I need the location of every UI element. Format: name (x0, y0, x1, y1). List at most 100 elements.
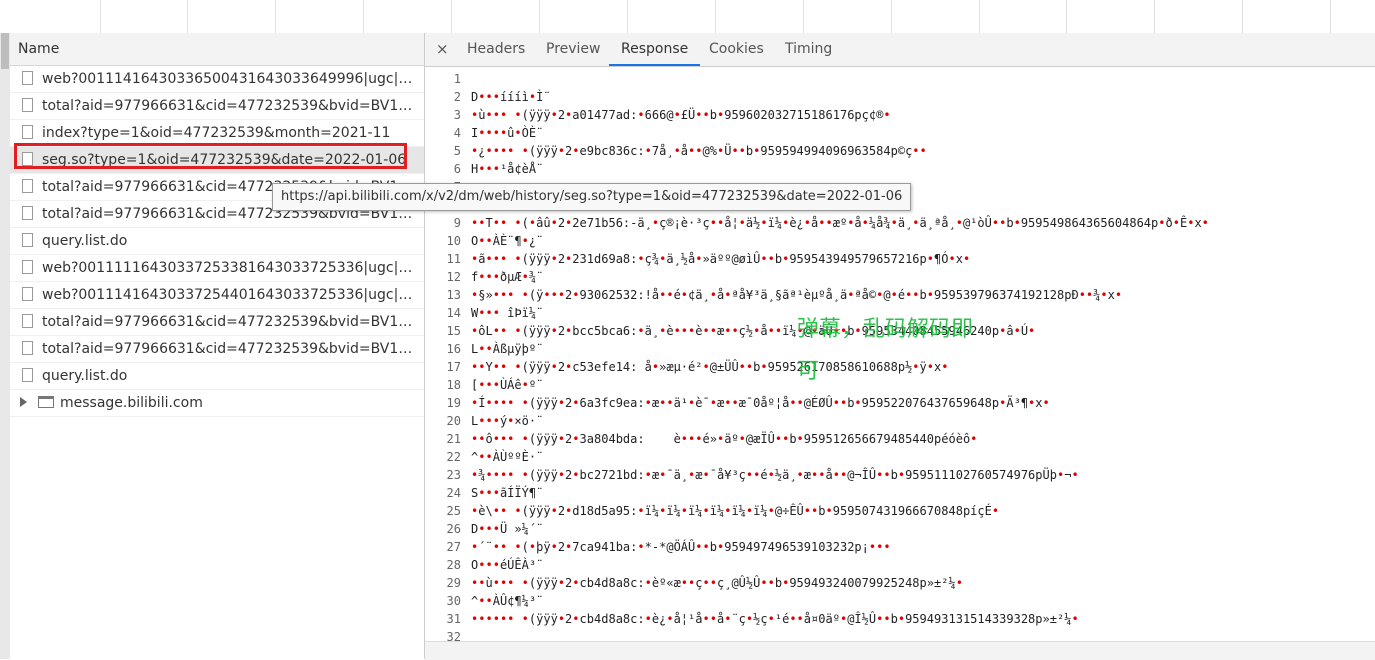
timeline-gridline (1330, 0, 1331, 33)
file-icon (22, 125, 33, 139)
request-row[interactable]: total?aid=977966631&cid=477232539&bvid=B… (10, 336, 424, 363)
highlight-annotation-box (14, 143, 407, 169)
line-number: 19 (446, 396, 461, 410)
file-icon (22, 260, 33, 274)
timeline-overview[interactable] (0, 0, 1375, 34)
response-line: S•••ãÍÏÝ¶¨ (471, 486, 544, 500)
line-number: 10 (446, 234, 461, 248)
timeline-gridline (979, 0, 980, 33)
line-number-gutter: 1234567891011121314151617181920212223242… (425, 67, 463, 641)
timeline-gridline (1066, 0, 1067, 33)
close-icon[interactable]: × (436, 33, 449, 66)
tab-headers[interactable]: Headers (467, 33, 525, 66)
timeline-gridline (100, 0, 101, 33)
url-tooltip: https://api.bilibili.com/x/v2/dm/web/his… (272, 183, 912, 211)
status-bar (425, 641, 1375, 660)
response-line: H•••¹å¢èÅ¨ (471, 162, 544, 176)
request-name: total?aid=977966631&cid=477232539&bvid=B… (42, 341, 420, 357)
tab-cookies[interactable]: Cookies (709, 33, 764, 66)
domain-group-row[interactable]: message.bilibili.com (10, 390, 424, 417)
timeline-gridline (1242, 0, 1243, 33)
file-icon (22, 368, 33, 382)
response-line: •••••• •(ÿÿÿ•2•cb4d8a8c:•è¿•å¦¹å••å•¨ç•½… (471, 612, 1079, 626)
response-line: f•••ðµÆ•¾¨ (471, 270, 544, 284)
request-rows: web?00111416430336500431643033649996|ugc… (10, 66, 424, 417)
response-line: ••ù••• •(ÿÿÿ•2•cb4d8a8c:•èº«æ••ç••ç¸@Û½Û… (471, 576, 963, 590)
request-row[interactable]: query.list.do (10, 363, 424, 390)
timeline-gridline (891, 0, 892, 33)
file-icon (22, 206, 33, 220)
file-icon (22, 71, 33, 85)
response-line: O•••éÚÊÀ³¨ (471, 558, 544, 572)
response-line: D•••íííì•Ì¨ (471, 90, 551, 104)
line-number: 9 (453, 216, 461, 230)
line-number: 27 (446, 540, 461, 554)
line-number: 25 (446, 504, 461, 518)
request-row[interactable]: web?00111416430336500431643033649996|ugc… (10, 66, 424, 93)
request-name: total?aid=977966631&cid=477232539&bvid=B… (42, 98, 420, 114)
name-column-label: Name (18, 41, 60, 57)
detail-tabs: × Headers Preview Response Cookies Timin… (425, 33, 1375, 67)
line-number: 13 (446, 288, 461, 302)
file-icon (22, 314, 33, 328)
name-column-header[interactable]: Name (10, 33, 424, 66)
response-line: L••Àßµÿþº¨ (471, 342, 544, 356)
request-list-scrollbar[interactable] (0, 33, 10, 659)
file-icon (22, 179, 33, 193)
response-line: •¿•••• •(ÿÿÿ•2•e9bc836c:•7å¸•å••@%•Ü••b•… (471, 144, 927, 158)
request-row[interactable]: total?aid=977966631&cid=477232539&bvid=B… (10, 309, 424, 336)
file-icon (22, 287, 33, 301)
request-row[interactable]: web?00111116430337253381643033725336|ugc… (10, 255, 424, 282)
request-name: index?type=1&oid=477232539&month=2021-11 (42, 125, 391, 141)
domain-group-label: message.bilibili.com (60, 395, 203, 411)
timeline-gridline (1154, 0, 1155, 33)
response-line: •è\•• •(ÿÿÿ•2•d18d5a95:•ï¼•ï¼•ï¼•ï¼•ï¼•ï… (471, 504, 1000, 518)
line-number: 4 (453, 126, 461, 140)
tab-preview[interactable]: Preview (546, 33, 601, 66)
response-panel: × Headers Preview Response Cookies Timin… (425, 33, 1375, 660)
response-line: W••• îÞï¼¨ (471, 306, 544, 320)
request-name: total?aid=977966631&cid=477232539&bvid=B… (42, 314, 420, 330)
line-number: 3 (453, 108, 461, 122)
request-row[interactable]: query.list.do (10, 228, 424, 255)
timeline-gridline (363, 0, 364, 33)
response-line: ••Y•• •(ÿÿÿ•2•c53efe14: å•»æµ·é²•@±ÜÛ••b… (471, 360, 949, 374)
response-line: ••T•• •(•âû•2•2e71b56:-ä¸•ç®¡è·³ç••å¦•ä½… (471, 216, 1209, 230)
request-name: query.list.do (42, 233, 128, 249)
file-icon (22, 233, 33, 247)
response-line: [•••ÙÁê•º¨ (471, 378, 544, 392)
request-list-panel: Name web?0011141643033650043164303364999… (0, 33, 425, 659)
line-number: 16 (446, 342, 461, 356)
request-row[interactable]: web?00111416430337254401643033725336|ugc… (10, 282, 424, 309)
request-name: query.list.do (42, 368, 128, 384)
response-line: •Í•••• •(ÿÿÿ•2•6a3fc9ea:•æ••ä¹•è¯•æ••æ¯0… (471, 396, 1050, 410)
line-number: 6 (453, 162, 461, 176)
line-number: 26 (446, 522, 461, 536)
line-number: 32 (446, 630, 461, 641)
response-line: ••ô••• •(ÿÿÿ•2•3a804bda: è•••é»•äº•@æÏÛ•… (471, 432, 978, 446)
line-number: 28 (446, 558, 461, 572)
response-body[interactable]: 1234567891011121314151617181920212223242… (425, 67, 1375, 641)
response-line: D•••Ü »¼´¨ (471, 522, 544, 536)
line-number: 15 (446, 324, 461, 338)
tab-timing[interactable]: Timing (785, 33, 832, 66)
line-number: 29 (446, 576, 461, 590)
request-name: web?00111116430337253381643033725336|ugc… (42, 260, 420, 276)
expand-caret-icon[interactable] (20, 397, 27, 407)
response-line: •ã••• •(ÿÿÿ•2•231d69a8:•ç¾•ä¸½å•»äºº@øìÛ… (471, 252, 971, 266)
line-number: 23 (446, 468, 461, 482)
timeline-gridline (451, 0, 452, 33)
line-number: 17 (446, 360, 461, 374)
timeline-gridline (275, 0, 276, 33)
response-line: •§»••• •(ÿ•••2•93062532:!å••é•¢ä¸•å•ªå¥³… (471, 288, 1123, 302)
line-number: 12 (446, 270, 461, 284)
line-number: 20 (446, 414, 461, 428)
response-line: ^••ÀÛ¢¶¼³¨ (471, 594, 544, 608)
timeline-gridline (803, 0, 804, 33)
request-row[interactable]: total?aid=977966631&cid=477232539&bvid=B… (10, 93, 424, 120)
tab-response[interactable]: Response (609, 33, 701, 66)
line-number: 2 (453, 90, 461, 104)
response-line: •¾•••• •(ÿÿÿ•2•bc2721bd:•æ•¯ä¸•æ•¯å¥³ç••… (471, 468, 1079, 482)
line-number: 30 (446, 594, 461, 608)
scrollbar-thumb[interactable] (1, 33, 9, 69)
